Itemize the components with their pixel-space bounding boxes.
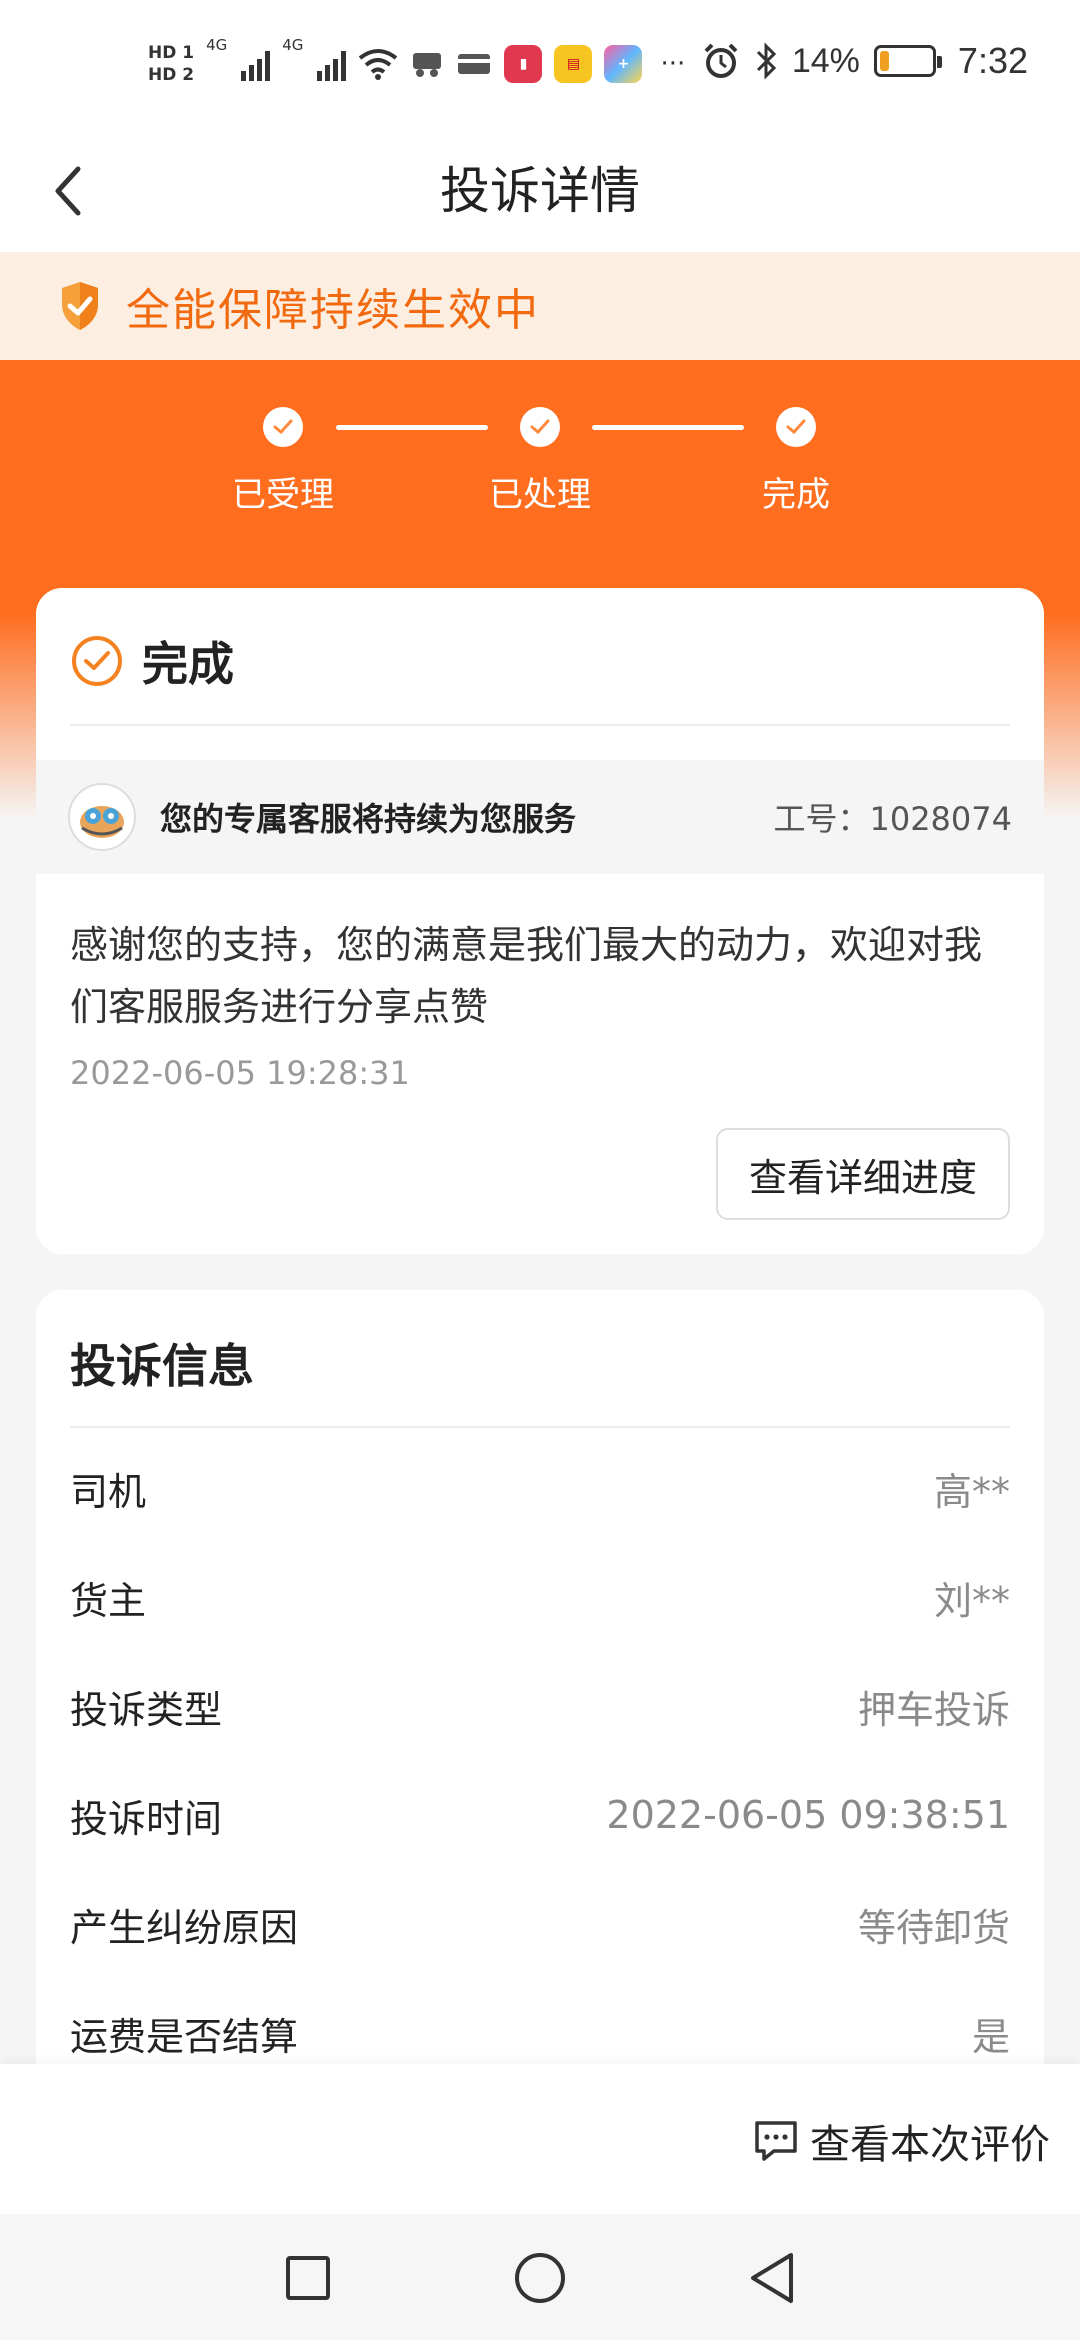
wifi-icon xyxy=(359,49,398,80)
info-row-dispute-reason: 产生纠纷原因 等待卸货 xyxy=(70,1894,1010,1954)
info-value: 押车投诉 xyxy=(857,1687,1010,1732)
status-card: 完成 您的专属客服将持续为您服务 工号：1028074 感谢您的支持，您的满意是… xyxy=(36,588,1044,1254)
step-processed: 已处理 xyxy=(440,400,640,516)
step-completed: 完成 xyxy=(696,400,896,516)
agent-id: 工号：1028074 xyxy=(773,800,1012,838)
view-progress-button[interactable]: 查看详细进度 xyxy=(716,1128,1010,1220)
bottom-action-bar: 查看本次评价 xyxy=(0,2064,1080,2214)
info-label: 货主 xyxy=(70,1578,147,1623)
color-app-icon: + xyxy=(604,45,643,83)
card-icon xyxy=(458,54,491,74)
view-evaluation-button[interactable]: 查看本次评价 xyxy=(752,2112,1050,2170)
signal-icon xyxy=(241,47,271,81)
shield-check-icon xyxy=(62,282,98,330)
agent-avatar xyxy=(68,783,136,851)
info-value: 刘** xyxy=(933,1578,1010,1623)
agent-row: 您的专属客服将持续为您服务 工号：1028074 xyxy=(36,760,1044,874)
info-label: 投诉时间 xyxy=(70,1796,223,1841)
progress-steps: 已受理 已处理 完成 xyxy=(0,400,1080,520)
info-label: 司机 xyxy=(70,1469,147,1514)
check-icon xyxy=(520,407,560,447)
home-button[interactable] xyxy=(510,2248,570,2308)
status-title: 完成 xyxy=(142,637,234,691)
step-accepted: 已受理 xyxy=(183,400,383,516)
status-time: 2022-06-05 19:28:31 xyxy=(70,1054,410,1092)
step-label: 已处理 xyxy=(489,475,591,515)
recent-apps-button[interactable] xyxy=(278,2248,338,2308)
signal-icon-2 xyxy=(317,47,347,81)
bluetooth-icon xyxy=(756,42,776,80)
circle-icon xyxy=(515,2253,565,2303)
info-row-shipper: 货主 刘** xyxy=(70,1567,1010,1627)
hd-indicator: HD 1 HD 2 xyxy=(148,42,194,86)
battery-fill xyxy=(879,51,889,71)
info-card-title: 投诉信息 xyxy=(70,1339,254,1393)
book-app-icon: ▮ xyxy=(504,45,543,83)
info-value: 是 xyxy=(971,2014,1010,2059)
info-value: 高** xyxy=(933,1469,1010,1514)
banner-text: 全能保障持续生效中 xyxy=(126,285,540,336)
truck-icon xyxy=(413,53,442,77)
info-row-complaint-type: 投诉类型 押车投诉 xyxy=(70,1676,1010,1736)
status-message: 感谢您的支持，您的满意是我们最大的动力，欢迎对我们客服服务进行分享点赞 xyxy=(70,923,983,1029)
step-label: 已受理 xyxy=(232,475,334,515)
hd1-label: HD 1 xyxy=(148,43,195,63)
hd2-label: HD 2 xyxy=(148,65,195,85)
page-title: 投诉详情 xyxy=(440,162,640,220)
clock: 7:32 xyxy=(957,40,1028,81)
info-row-freight-settled: 运费是否结算 是 xyxy=(70,2003,1010,2063)
triangle-back-icon xyxy=(751,2253,793,2303)
check-icon xyxy=(263,407,303,447)
app-header: 投诉详情 xyxy=(0,130,1080,252)
info-label: 产生纠纷原因 xyxy=(70,1905,299,1950)
info-value: 等待卸货 xyxy=(857,1905,1010,1950)
news-app-icon: ▤ xyxy=(554,45,593,83)
system-nav-bar xyxy=(0,2214,1080,2340)
info-label: 投诉类型 xyxy=(70,1687,223,1732)
network2-label: 4G xyxy=(282,36,304,54)
divider xyxy=(70,1426,1010,1428)
more-notifications-icon: ··· xyxy=(660,49,686,79)
info-row-complaint-time: 投诉时间 2022-06-05 09:38:51 xyxy=(70,1785,1010,1845)
status-card-header: 完成 xyxy=(70,628,234,694)
status-icons-right: 14% 7:32 xyxy=(702,40,1028,82)
agent-avatar-icon xyxy=(80,806,124,838)
comment-icon xyxy=(755,2121,797,2161)
battery-icon xyxy=(873,45,942,77)
check-circle-icon xyxy=(72,636,122,686)
info-label: 运费是否结算 xyxy=(70,2014,299,2059)
back-nav-button[interactable] xyxy=(742,2248,802,2308)
info-row-driver: 司机 高** xyxy=(70,1458,1010,1518)
status-bar: HD 1 HD 2 4G 4G ▮ ▤ + ··· 14% 7:32 xyxy=(0,0,1080,130)
square-icon xyxy=(286,2256,330,2300)
divider xyxy=(70,724,1010,726)
network1-label: 4G xyxy=(206,36,228,54)
view-evaluation-label: 查看本次评价 xyxy=(810,2122,1050,2168)
info-value: 2022-06-05 09:38:51 xyxy=(606,1793,1010,1837)
alarm-icon xyxy=(704,43,738,78)
complaint-info-card: 投诉信息 司机 高** 货主 刘** 投诉类型 押车投诉 投诉时间 2022-0… xyxy=(36,1290,1044,2090)
battery-percent: 14% xyxy=(791,41,860,80)
check-icon xyxy=(776,407,816,447)
step-label: 完成 xyxy=(762,475,830,515)
agent-text: 您的专属客服将持续为您服务 xyxy=(160,800,577,838)
protection-banner: 全能保障持续生效中 xyxy=(0,252,1080,360)
status-icons-left: HD 1 HD 2 4G 4G ▮ ▤ + ··· xyxy=(148,36,685,92)
